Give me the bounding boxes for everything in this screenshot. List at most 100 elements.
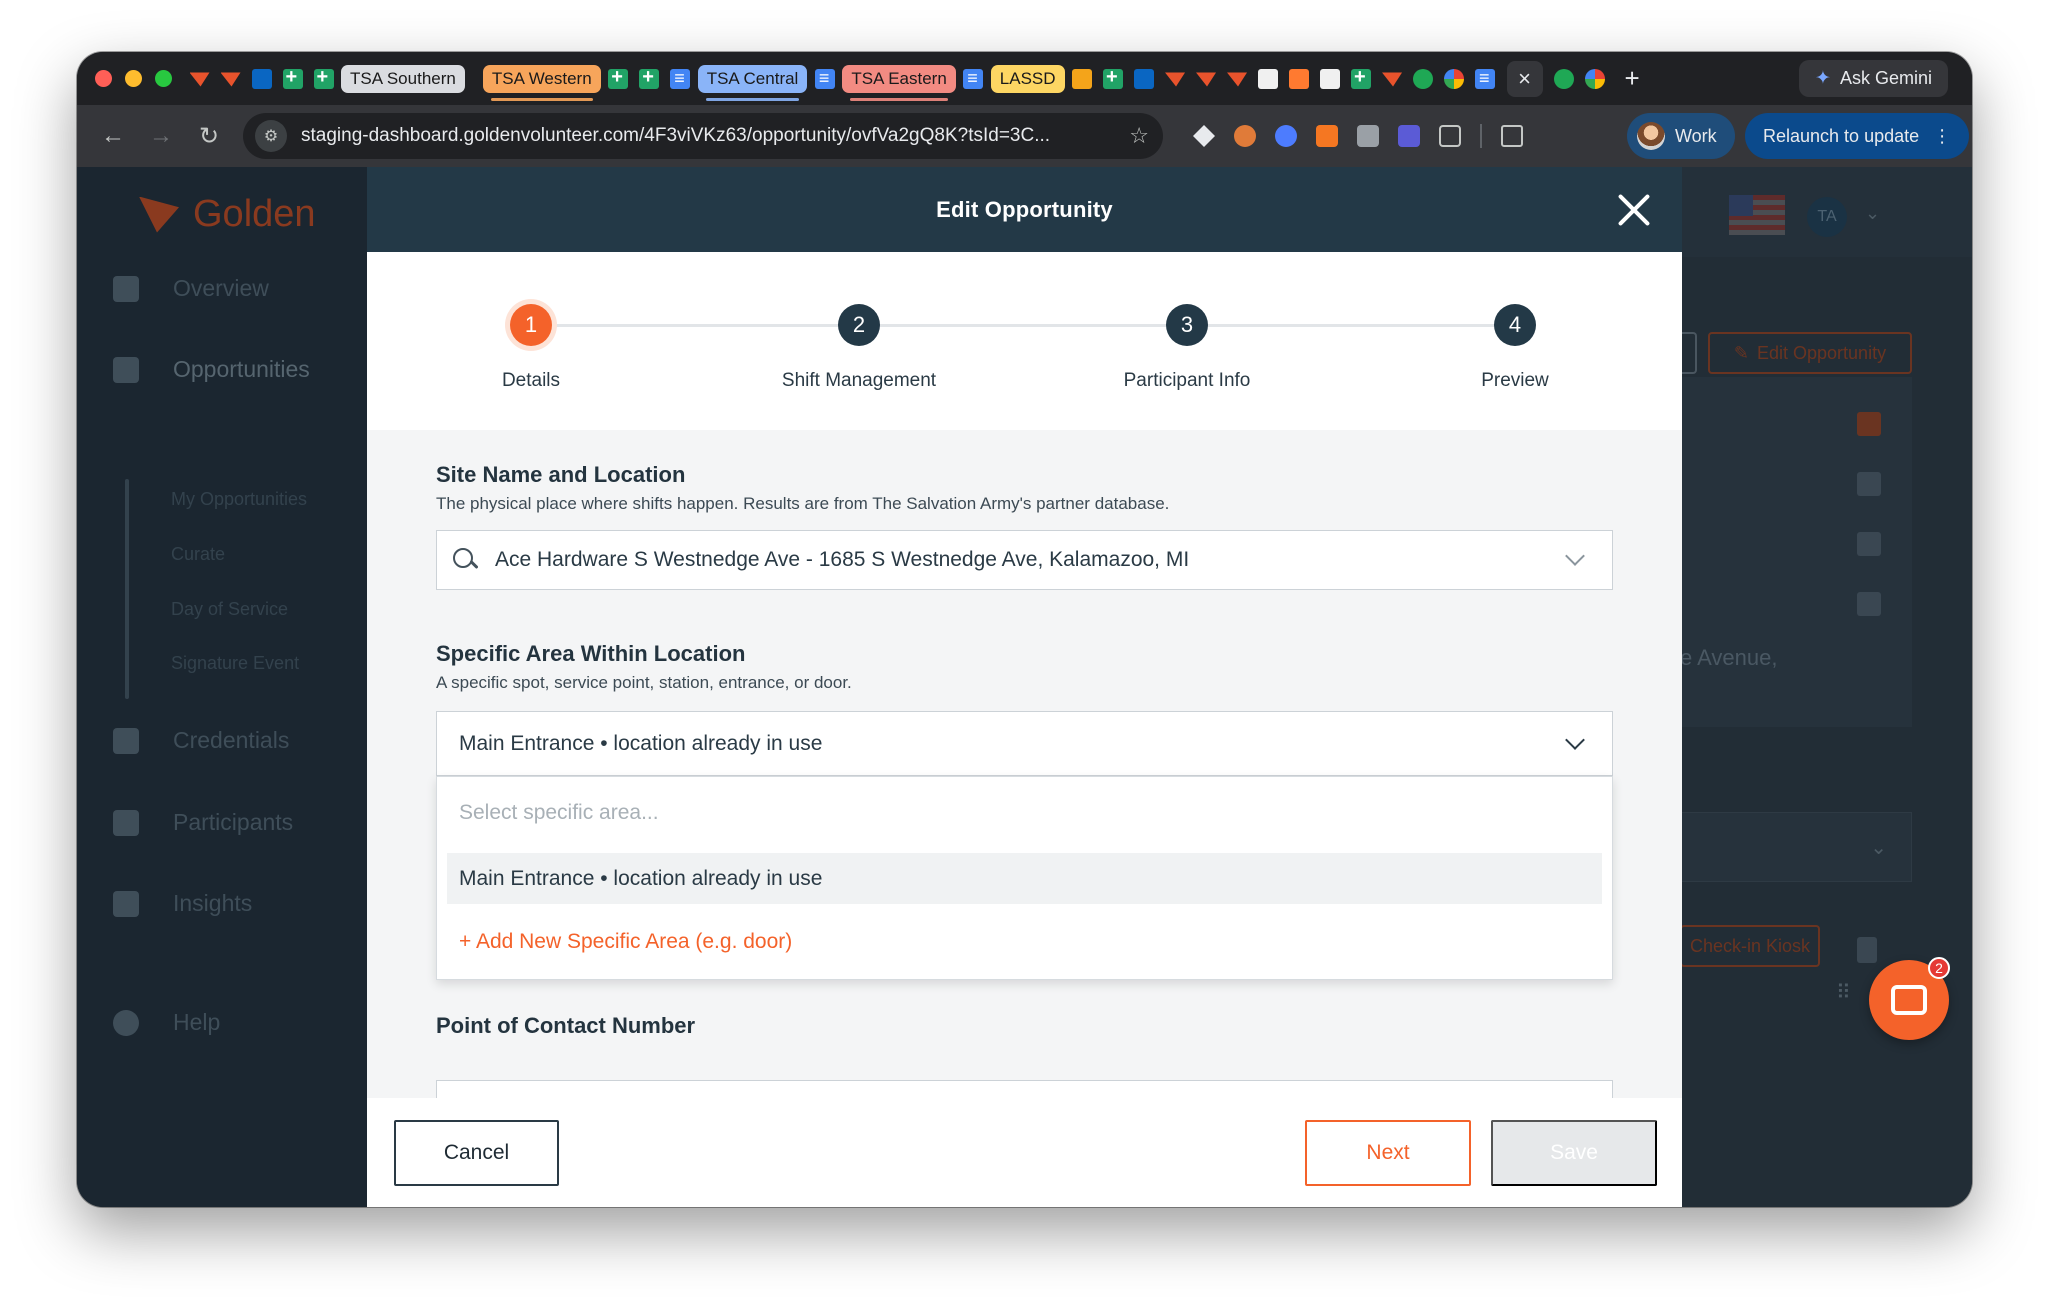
extension-icon[interactable] — [1398, 125, 1420, 147]
forward-arrow-icon[interactable]: → — [137, 122, 185, 150]
dropdown-placeholder[interactable]: Select specific area... — [459, 801, 659, 825]
sheets-tab-icon[interactable] — [605, 65, 632, 92]
extension-icon[interactable] — [1234, 125, 1256, 147]
drive-tab-icon[interactable] — [1441, 65, 1468, 92]
close-icon[interactable] — [1612, 188, 1656, 232]
golden-tab-icon[interactable] — [1162, 65, 1189, 92]
tab-group-tsa-southern[interactable]: TSA Southern — [341, 64, 465, 93]
sidebar-item-help[interactable]: Help — [113, 1009, 220, 1036]
sidebar-item-opportunities[interactable]: Opportunities — [113, 356, 310, 383]
slides-tab-icon[interactable] — [1069, 65, 1096, 92]
step-participant-info[interactable]: 3 Participant Info — [1057, 304, 1317, 392]
google-tab-icon[interactable] — [1582, 65, 1609, 92]
sidebar-subitem-my-opportunities[interactable]: My Opportunities — [171, 489, 307, 510]
docs-tab-icon[interactable] — [667, 65, 694, 92]
dropdown-option-main-entrance[interactable]: Main Entrance • location already in use — [447, 853, 1602, 904]
step-details[interactable]: 1 Details — [401, 304, 661, 392]
hubspot-extension-icon[interactable] — [1316, 125, 1338, 147]
sidebar-item-credentials[interactable]: Credentials — [113, 727, 289, 754]
sheets-tab-icon[interactable] — [279, 65, 306, 92]
sheets-tab-icon[interactable] — [1348, 65, 1375, 92]
sidebar-subitem-signature-event[interactable]: Signature Event — [171, 653, 299, 674]
step-label: Shift Management — [781, 370, 937, 391]
app-tab-icon[interactable] — [1410, 65, 1437, 92]
minimize-window-button[interactable] — [125, 70, 142, 87]
reading-mode-icon[interactable] — [1501, 125, 1523, 147]
add-specific-area-link[interactable]: + Add New Specific Area (e.g. door) — [459, 930, 792, 954]
step-shift-management[interactable]: 2 Shift Management — [729, 304, 989, 392]
collapsed-section[interactable]: ⌄ — [1677, 812, 1912, 882]
tab-group-lassd[interactable]: LASSD — [990, 64, 1065, 93]
docs-tab-icon[interactable] — [1472, 65, 1499, 92]
linkedin-tab-icon[interactable] — [1131, 65, 1158, 92]
edit-opportunity-modal: Edit Opportunity 1 Details 2 Shift Manag… — [367, 167, 1682, 1207]
close-tab-icon[interactable]: × — [1506, 60, 1543, 97]
sidebar-item-overview[interactable]: Overview — [113, 275, 269, 302]
tab-group-tsa-eastern[interactable]: TSA Eastern — [842, 64, 956, 101]
cancel-button[interactable]: Cancel — [394, 1120, 559, 1186]
sidebar-subitem-curate[interactable]: Curate — [171, 544, 225, 565]
sidebar-subitem-day-of-service[interactable]: Day of Service — [171, 599, 288, 620]
extensions-puzzle-icon[interactable] — [1439, 125, 1461, 147]
sheets-tab-icon[interactable] — [636, 65, 663, 92]
bookmark-star-icon[interactable]: ☆ — [1129, 123, 1149, 149]
specific-area-select[interactable]: Main Entrance • location already in use — [436, 711, 1613, 776]
back-arrow-icon[interactable]: ← — [89, 122, 137, 150]
extension-icon[interactable] — [1275, 125, 1297, 147]
docs-tab-icon[interactable] — [960, 65, 987, 92]
reload-icon[interactable]: ↻ — [185, 122, 233, 151]
user-avatar[interactable]: TA — [1807, 197, 1847, 237]
zoom-window-button[interactable] — [155, 70, 172, 87]
url-text[interactable]: staging-dashboard.goldenvolunteer.com/4F… — [301, 125, 1129, 147]
extension-tab-icon[interactable] — [1317, 65, 1344, 92]
poc-number-input[interactable] — [436, 1080, 1613, 1098]
share-icon[interactable] — [1857, 412, 1881, 436]
site-search-select[interactable]: Ace Hardware S Westnedge Ave - 1685 S We… — [436, 530, 1613, 590]
profile-button[interactable]: Work — [1627, 113, 1735, 159]
trash-icon[interactable] — [1857, 937, 1877, 963]
golden-tab-icon[interactable] — [1193, 65, 1220, 92]
relaunch-button[interactable]: Relaunch to update ⋮ — [1745, 113, 1970, 159]
gmail-tab-icon[interactable] — [186, 65, 213, 92]
stepper-track — [533, 324, 1513, 327]
camera-extension-icon[interactable] — [1357, 125, 1379, 147]
next-button[interactable]: Next — [1305, 1120, 1471, 1186]
step-preview[interactable]: 4 Preview — [1385, 304, 1645, 392]
golden-tab-icon[interactable] — [1379, 65, 1406, 92]
sheets-tab-icon[interactable] — [310, 65, 337, 92]
edit-opportunity-button[interactable]: ✎ Edit Opportunity — [1708, 332, 1912, 374]
tab-group-tsa-central[interactable]: TSA Central — [697, 64, 808, 101]
meet-tab-icon[interactable] — [1551, 65, 1578, 92]
chevron-down-icon[interactable]: ⌄ — [1865, 203, 1880, 224]
pencil-icon[interactable] — [1857, 472, 1881, 496]
sheets-tab-icon[interactable] — [1100, 65, 1127, 92]
chevron-down-icon[interactable] — [1565, 546, 1585, 566]
extension-icon[interactable] — [1193, 125, 1215, 147]
golden-logo[interactable]: Golden — [139, 193, 316, 236]
calendar-tab-icon[interactable] — [248, 65, 275, 92]
sidebar-item-participants[interactable]: Participants — [113, 809, 293, 836]
sidebar-item-insights[interactable]: Insights — [113, 890, 252, 917]
address-bar[interactable]: ⚙ staging-dashboard.goldenvolunteer.com/… — [243, 113, 1163, 159]
home-icon — [113, 275, 139, 302]
save-button[interactable]: Save — [1491, 1120, 1657, 1186]
tab-group-tsa-western[interactable]: TSA Western — [482, 64, 601, 101]
close-window-button[interactable] — [95, 70, 112, 87]
trash-icon[interactable] — [1857, 592, 1881, 616]
golden-tab-icon[interactable] — [217, 65, 244, 92]
chevron-down-icon[interactable] — [1565, 729, 1585, 750]
site-settings-icon[interactable]: ⚙ — [255, 120, 287, 152]
ask-gemini-button[interactable]: ✦ Ask Gemini — [1799, 60, 1948, 97]
cloud-tab-icon[interactable] — [1255, 65, 1282, 92]
us-flag-icon[interactable] — [1729, 195, 1785, 235]
site-value: Ace Hardware S Westnedge Ave - 1685 S We… — [495, 548, 1190, 571]
docs-tab-icon[interactable] — [811, 65, 838, 92]
drag-handle-icon[interactable]: ⠿ — [1836, 983, 1853, 1003]
new-tab-button[interactable]: + — [1625, 63, 1640, 94]
hubspot-tab-icon[interactable] — [1286, 65, 1313, 92]
search-icon — [453, 548, 477, 572]
check-in-kiosk-button[interactable]: Check-in Kiosk — [1680, 925, 1820, 967]
chevron-down-icon: ⌄ — [1870, 837, 1887, 859]
mail-icon[interactable] — [1857, 532, 1881, 556]
golden-tab-icon[interactable] — [1224, 65, 1251, 92]
